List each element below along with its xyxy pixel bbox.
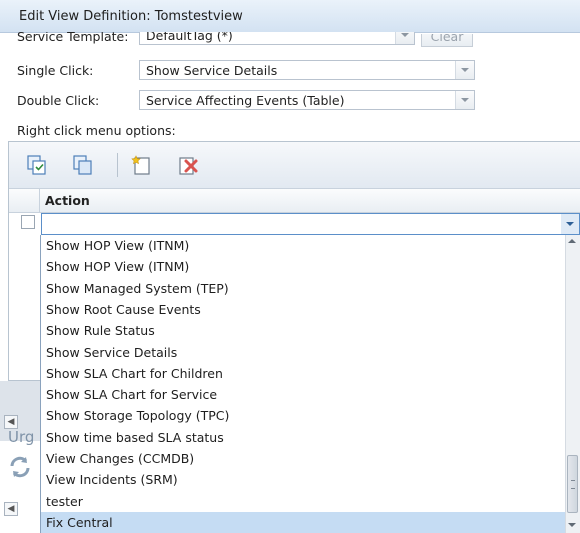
dropdown-option[interactable]: Show Root Cause Events — [41, 299, 565, 320]
dropdown-option[interactable]: Fix Central — [41, 512, 565, 533]
action-combo[interactable] — [41, 213, 580, 235]
dialog-title: Edit View Definition: Tomstestview — [19, 9, 243, 24]
chevron-down-icon[interactable] — [561, 214, 579, 234]
scroll-down-icon[interactable] — [568, 523, 576, 527]
row-checkbox[interactable] — [21, 215, 35, 229]
dropdown-option[interactable]: Show HOP View (ITNM) — [41, 235, 565, 256]
scroll-left-button[interactable]: ◀ — [4, 415, 18, 429]
toolbar-separator — [117, 153, 118, 177]
dropdown-option[interactable]: Show time based SLA status — [41, 427, 565, 448]
single-click-value: Show Service Details — [146, 63, 278, 78]
scroll-up-icon[interactable] — [568, 239, 576, 243]
copy-icon[interactable] — [72, 154, 94, 176]
dropdown-option[interactable]: Show Service Details — [41, 342, 565, 363]
dropdown-option[interactable]: View Incidents (SRM) — [41, 469, 565, 490]
dropdown-option[interactable]: tester — [41, 491, 565, 512]
double-click-label: Double Click: — [17, 93, 100, 108]
dropdown-option[interactable]: Show Storage Topology (TPC) — [41, 405, 565, 426]
background-text: Urg — [8, 428, 35, 446]
dialog-title-bar[interactable]: Edit View Definition: Tomstestview — [0, 0, 580, 33]
action-column-header[interactable]: Action — [45, 193, 90, 208]
single-click-label: Single Click: — [17, 63, 94, 78]
single-click-select[interactable]: Show Service Details — [139, 60, 475, 80]
select-column-header — [9, 189, 40, 212]
double-click-value: Service Affecting Events (Table) — [146, 93, 345, 108]
dropdown-option[interactable]: Show Managed System (TEP) — [41, 278, 565, 299]
dropdown-option[interactable]: Show SLA Chart for Children — [41, 363, 565, 384]
dropdown-option[interactable]: Show SLA Chart for Service — [41, 384, 565, 405]
delete-icon[interactable] — [177, 154, 199, 176]
grid-toolbar — [9, 142, 580, 189]
dropdown-option[interactable]: Show HOP View (ITNM) — [41, 256, 565, 277]
scroll-left-button[interactable]: ◀ — [4, 502, 18, 516]
refresh-icon[interactable] — [6, 453, 34, 481]
dropdown-option[interactable]: View Changes (CCMDB) — [41, 448, 565, 469]
grid-column-header: Action — [9, 189, 580, 213]
double-click-select[interactable]: Service Affecting Events (Table) — [139, 90, 475, 110]
chevron-down-icon[interactable] — [455, 61, 474, 79]
scrollbar-thumb[interactable] — [567, 455, 578, 513]
dropdown-option[interactable]: Show Rule Status — [41, 320, 565, 341]
dropdown-scrollbar[interactable] — [565, 235, 580, 533]
chevron-down-icon[interactable] — [455, 91, 474, 109]
right-click-options-label: Right click menu options: — [17, 123, 176, 138]
copy-checked-icon[interactable] — [26, 154, 48, 176]
new-item-icon[interactable] — [131, 154, 153, 176]
